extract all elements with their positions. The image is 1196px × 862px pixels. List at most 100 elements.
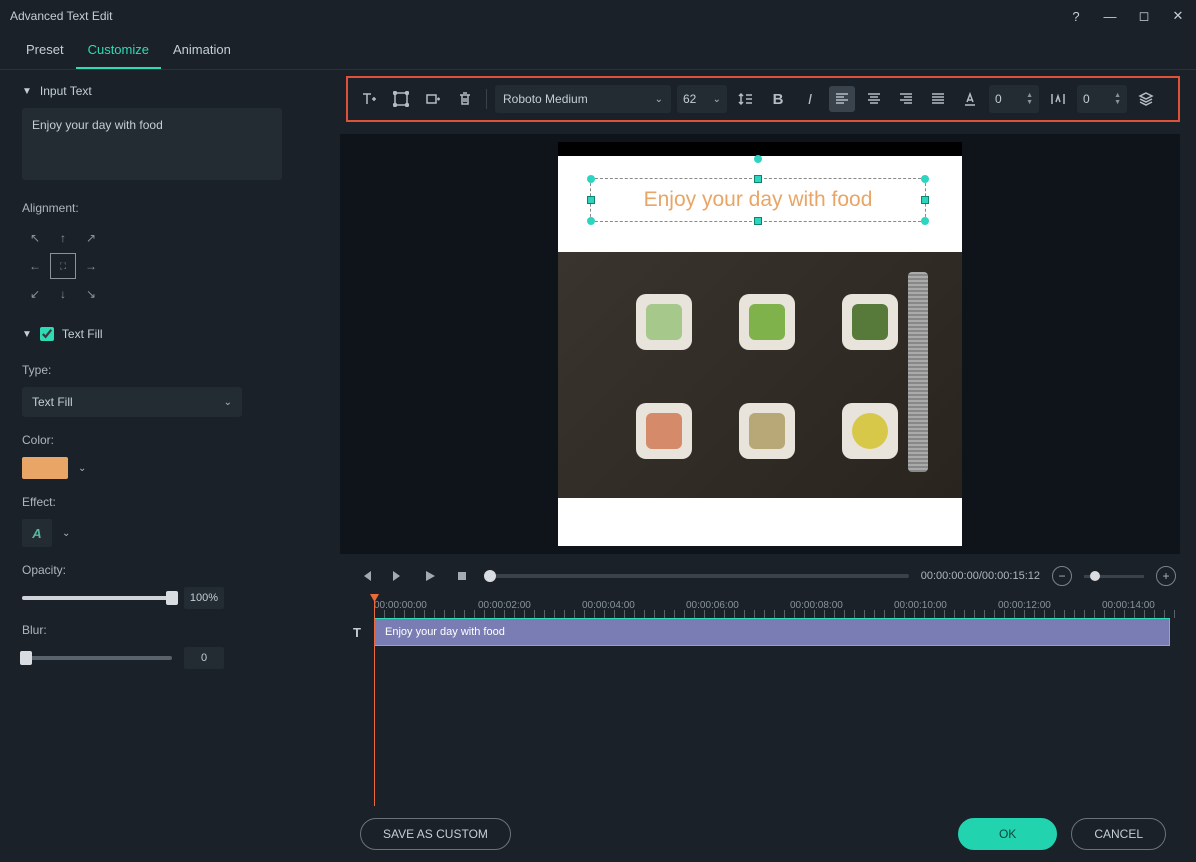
tab-animation[interactable]: Animation: [161, 32, 243, 69]
add-text-icon[interactable]: [356, 86, 382, 112]
preview-text: Enjoy your day with food: [644, 188, 873, 212]
align-tl[interactable]: ↖: [22, 225, 48, 251]
transform-icon[interactable]: [388, 86, 414, 112]
caret-down-icon: ▼: [22, 86, 32, 97]
effect-button[interactable]: A: [22, 519, 52, 547]
char-spacing-icon[interactable]: [1045, 86, 1071, 112]
font-size-select[interactable]: 62 ⌄: [677, 85, 727, 113]
text-track-icon: T: [340, 618, 374, 646]
spin-up-icon[interactable]: ▲: [1114, 92, 1121, 99]
align-t[interactable]: ↑: [50, 225, 76, 251]
text-object[interactable]: Enjoy your day with food: [590, 178, 926, 222]
chevron-down-icon: ⌄: [224, 397, 232, 408]
preview-canvas[interactable]: Enjoy your day with food: [340, 134, 1180, 554]
opacity-value[interactable]: 100%: [184, 587, 224, 609]
timeline-ruler[interactable]: 00:00:00:00 00:00:02:00 00:00:04:00 00:00:0…: [374, 596, 1176, 618]
align-b[interactable]: ↓: [50, 281, 76, 307]
ruler-mark: 00:00:02:00: [478, 600, 531, 611]
maximize-icon[interactable]: ◻: [1136, 8, 1152, 24]
align-justify-icon[interactable]: [925, 86, 951, 112]
photo-element: [842, 403, 898, 459]
ruler-mark: 00:00:00:00: [374, 600, 427, 611]
input-text-field[interactable]: Enjoy your day with food: [22, 108, 282, 180]
italic-icon[interactable]: I: [797, 86, 823, 112]
playhead[interactable]: [374, 596, 375, 806]
play-button[interactable]: [420, 566, 440, 586]
delete-icon[interactable]: [452, 86, 478, 112]
size-value: 62: [683, 92, 696, 106]
ruler-mark: 00:00:04:00: [582, 600, 635, 611]
align-left-icon[interactable]: [829, 86, 855, 112]
opacity-label: Opacity:: [22, 563, 318, 577]
timecode: 00:00:00:00/00:00:15:12: [921, 570, 1040, 582]
type-value: Text Fill: [32, 395, 73, 409]
save-as-custom-button[interactable]: SAVE AS CUSTOM: [360, 818, 511, 850]
section-input-text[interactable]: ▼ Input Text: [22, 84, 318, 98]
align-right-icon[interactable]: [893, 86, 919, 112]
letter-spacing-input[interactable]: 0 ▲▼: [989, 85, 1039, 113]
zoom-in-button[interactable]: +: [1156, 566, 1176, 586]
align-c[interactable]: ⛶: [50, 253, 76, 279]
bold-icon[interactable]: B: [765, 86, 791, 112]
tab-preset[interactable]: Preset: [14, 32, 76, 69]
timeline-body[interactable]: [340, 646, 1176, 806]
ruler-mark: 00:00:14:00: [1102, 600, 1155, 611]
tab-customize[interactable]: Customize: [76, 32, 161, 69]
stop-button[interactable]: [452, 566, 472, 586]
progress-bar[interactable]: [484, 574, 909, 578]
ruler-mark: 00:00:08:00: [790, 600, 843, 611]
cancel-button[interactable]: CANCEL: [1071, 818, 1166, 850]
opacity-slider[interactable]: [22, 596, 172, 600]
type-label: Type:: [22, 363, 318, 377]
spin-up-icon[interactable]: ▲: [1026, 92, 1033, 99]
prev-frame-button[interactable]: [356, 566, 376, 586]
add-shape-icon[interactable]: [420, 86, 446, 112]
align-bl[interactable]: ↙: [22, 281, 48, 307]
photo-element: [908, 272, 928, 472]
ruler-mark: 00:00:12:00: [998, 600, 1051, 611]
section-text-fill[interactable]: ▼ Text Fill: [22, 327, 318, 341]
alignment-grid[interactable]: ↖↑↗ ←⛶→ ↙↓↘: [22, 225, 318, 307]
text-fill-checkbox[interactable]: [40, 327, 54, 341]
line-height-icon[interactable]: [733, 86, 759, 112]
ok-button[interactable]: OK: [958, 818, 1057, 850]
letter-spacing-value: 0: [995, 92, 1002, 106]
close-icon[interactable]: ✕: [1170, 8, 1186, 24]
photo-element: [739, 294, 795, 350]
chevron-down-icon: ⌄: [655, 94, 663, 105]
window-title: Advanced Text Edit: [10, 9, 1068, 23]
photo-element: [842, 294, 898, 350]
chevron-down-icon[interactable]: ⌄: [78, 463, 86, 474]
caret-down-icon: ▼: [22, 329, 32, 340]
photo-element: [739, 403, 795, 459]
next-frame-button[interactable]: [388, 566, 408, 586]
chevron-down-icon[interactable]: ⌄: [62, 528, 70, 539]
minimize-icon[interactable]: ―: [1102, 9, 1118, 24]
color-label: Color:: [22, 433, 318, 447]
align-tr[interactable]: ↗: [78, 225, 104, 251]
align-r[interactable]: →: [78, 253, 104, 279]
layers-icon[interactable]: [1133, 86, 1159, 112]
alignment-label: Alignment:: [22, 201, 318, 215]
font-select[interactable]: Roboto Medium ⌄: [495, 85, 671, 113]
spin-down-icon[interactable]: ▼: [1114, 99, 1121, 106]
text-toolbar: Roboto Medium ⌄ 62 ⌄ B I 0 ▲▼: [346, 76, 1180, 122]
align-l[interactable]: ←: [22, 253, 48, 279]
blur-value[interactable]: 0: [184, 647, 224, 669]
spin-down-icon[interactable]: ▼: [1026, 99, 1033, 106]
effect-label: Effect:: [22, 495, 318, 509]
photo-element: [636, 294, 692, 350]
photo-element: [636, 403, 692, 459]
font-value: Roboto Medium: [503, 92, 588, 106]
align-br[interactable]: ↘: [78, 281, 104, 307]
blur-label: Blur:: [22, 623, 318, 637]
zoom-out-button[interactable]: −: [1052, 566, 1072, 586]
text-color-icon[interactable]: [957, 86, 983, 112]
type-select[interactable]: Text Fill ⌄: [22, 387, 242, 417]
help-icon[interactable]: ?: [1068, 9, 1084, 24]
line-spacing-input[interactable]: 0 ▲▼: [1077, 85, 1127, 113]
align-center-icon[interactable]: [861, 86, 887, 112]
color-swatch[interactable]: [22, 457, 68, 479]
blur-slider[interactable]: [22, 656, 172, 660]
timeline-clip[interactable]: Enjoy your day with food: [374, 618, 1170, 646]
